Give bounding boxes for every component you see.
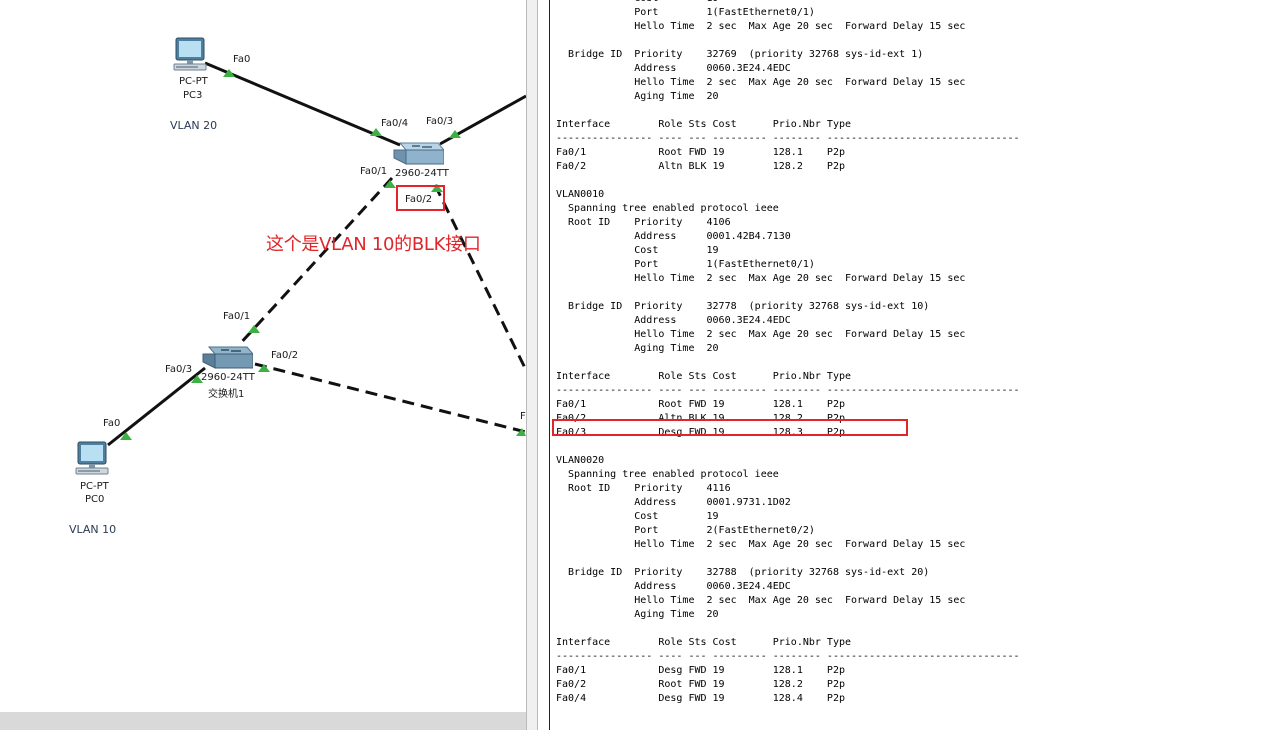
cli-line: Spanning tree enabled protocol ieee xyxy=(556,469,779,480)
device-name-label: PC3 xyxy=(183,90,203,101)
annotation-text: 这个是VLAN 10的BLK接口 xyxy=(266,234,481,255)
horizontal-scrollbar[interactable] xyxy=(0,712,526,730)
port-label: Fa0 xyxy=(103,418,121,429)
cli-line xyxy=(556,356,1020,370)
port-label: Fa0/2 xyxy=(271,350,299,361)
cli-line: Fa0/1 Root FWD 19 128.1 P2p xyxy=(556,147,845,158)
port-label: Fa0/1 xyxy=(360,166,388,177)
switch-icon[interactable] xyxy=(201,344,253,372)
cli-line: ---------------- ---- --- --------- ----… xyxy=(556,385,1020,396)
port-label: F xyxy=(520,411,526,422)
cli-line: Address 0001.9731.1D02 xyxy=(556,497,791,508)
cli-line: Interface Role Sts Cost Prio.Nbr Type xyxy=(556,637,852,648)
port-label: Fa0/1 xyxy=(223,311,251,322)
port-up-indicator xyxy=(248,325,260,333)
cli-line xyxy=(556,552,1020,566)
cli-line: Hello Time 2 sec Max Age 20 sec Forward … xyxy=(556,21,966,32)
link-switch1-fa02-offscreen xyxy=(254,362,526,434)
device-model-label: PC-PT xyxy=(80,481,109,492)
cli-line: Aging Time 20 xyxy=(556,609,719,620)
cli-line: Port 2(FastEthernet0/2) xyxy=(556,525,815,536)
device-name-label: PC0 xyxy=(85,494,105,505)
link-top-switch-fa02-offscreen xyxy=(433,184,526,371)
cli-line: Hello Time 2 sec Max Age 20 sec Forward … xyxy=(556,595,966,606)
cli-line: Hello Time 2 sec Max Age 20 sec Forward … xyxy=(556,273,966,284)
cli-line: Cost 19 xyxy=(556,245,719,256)
cli-line: Hello Time 2 sec Max Age 20 sec Forward … xyxy=(556,539,966,550)
cli-line: Port 1(FastEthernet0/1) xyxy=(556,7,815,18)
highlight-box xyxy=(552,419,908,436)
link-pc3-top-switch xyxy=(204,61,401,147)
cli-line: VLAN0020 xyxy=(556,455,605,466)
device-model-label: 2960-24TT xyxy=(201,372,255,383)
cli-line: Fa0/4 Desg FWD 19 128.4 P2p xyxy=(556,693,845,704)
cli-line xyxy=(556,104,1020,118)
cli-line: Fa0/2 Altn BLK 19 128.2 P2p xyxy=(556,161,845,172)
device-model-label: PC-PT xyxy=(179,76,208,87)
window-divider xyxy=(526,0,538,730)
cli-line xyxy=(556,34,1020,48)
cli-line: Bridge ID Priority 32788 (priority 32768… xyxy=(556,567,930,578)
cli-line: Fa0/1 Desg FWD 19 128.1 P2p xyxy=(556,665,845,676)
cli-console[interactable]: Cost 19 Port 1(FastEthernet0/1) Hello Ti… xyxy=(549,0,1270,730)
pc-icon[interactable] xyxy=(170,36,212,76)
cli-line: ---------------- ---- --- --------- ----… xyxy=(556,651,1020,662)
topology-workspace[interactable]: PC-PT PC3 VLAN 20 Fa0 2960-24TT Fa0/4 Fa… xyxy=(0,0,526,730)
cli-line: Cost 19 xyxy=(556,511,719,522)
highlight-box xyxy=(396,185,445,211)
cli-line: VLAN0010 xyxy=(556,189,605,200)
cli-line: Bridge ID Priority 32769 (priority 32768… xyxy=(556,49,924,60)
cli-line xyxy=(556,622,1020,636)
cli-line: Interface Role Sts Cost Prio.Nbr Type xyxy=(556,371,852,382)
cli-line xyxy=(556,174,1020,188)
port-label: Fa0 xyxy=(233,54,251,65)
link-top-switch-switch1 xyxy=(236,176,394,348)
link-switch1-pc0 xyxy=(107,366,206,447)
cli-line: Address 0001.42B4.7130 xyxy=(556,231,791,242)
device-name-label: 交换机1 xyxy=(208,389,245,400)
cli-line: Address 0060.3E24.4EDC xyxy=(556,581,791,592)
cli-line: Spanning tree enabled protocol ieee xyxy=(556,203,779,214)
cli-line: Root ID Priority 4116 xyxy=(556,483,731,494)
cli-line: Fa0/1 Root FWD 19 128.1 P2p xyxy=(556,399,845,410)
cli-line: Hello Time 2 sec Max Age 20 sec Forward … xyxy=(556,329,966,340)
cli-line: Interface Role Sts Cost Prio.Nbr Type xyxy=(556,119,852,130)
cli-line xyxy=(556,286,1020,300)
cli-output: Cost 19 Port 1(FastEthernet0/1) Hello Ti… xyxy=(556,0,1020,706)
cli-line: Fa0/2 Root FWD 19 128.2 P2p xyxy=(556,679,845,690)
port-label: Fa0/3 xyxy=(165,364,193,375)
topology-links xyxy=(107,61,526,447)
vlan-note: VLAN 20 xyxy=(170,119,218,132)
cli-line: Aging Time 20 xyxy=(556,343,719,354)
vlan-note: VLAN 10 xyxy=(69,523,117,536)
cli-line: Hello Time 2 sec Max Age 20 sec Forward … xyxy=(556,77,966,88)
port-label: Fa0/4 xyxy=(381,118,409,129)
device-model-label: 2960-24TT xyxy=(395,168,449,179)
cli-line: Aging Time 20 xyxy=(556,91,719,102)
cli-line: Bridge ID Priority 32778 (priority 32768… xyxy=(556,301,930,312)
cli-line: Address 0060.3E24.4EDC xyxy=(556,315,791,326)
cli-line: ---------------- ---- --- --------- ----… xyxy=(556,133,1020,144)
cli-line: Root ID Priority 4106 xyxy=(556,217,731,228)
pc-icon[interactable] xyxy=(72,440,114,480)
switch-icon[interactable] xyxy=(392,140,444,168)
cli-line: Address 0060.3E24.4EDC xyxy=(556,63,791,74)
port-label: Fa0/3 xyxy=(426,116,454,127)
cli-line xyxy=(556,440,1020,454)
cli-line: Port 1(FastEthernet0/1) xyxy=(556,259,815,270)
